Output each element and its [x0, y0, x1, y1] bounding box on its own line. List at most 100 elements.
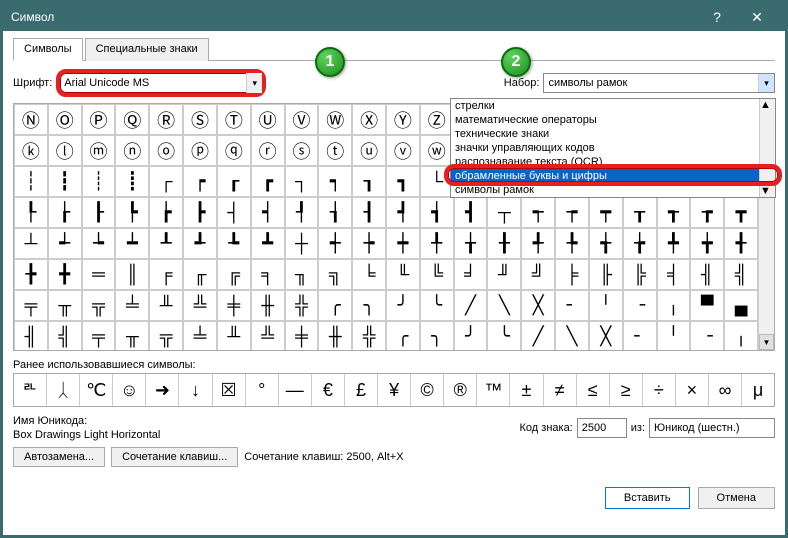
symbol-cell[interactable]: ┦: [285, 197, 319, 228]
symbol-cell[interactable]: ╁: [454, 228, 488, 259]
recent-symbol-cell[interactable]: ↓: [179, 374, 212, 406]
symbol-cell[interactable]: ┢: [149, 197, 183, 228]
symbol-cell[interactable]: ┱: [657, 197, 691, 228]
symbol-cell[interactable]: ╊: [14, 259, 48, 290]
symbol-cell[interactable]: ╯: [386, 290, 420, 321]
symbol-cell[interactable]: ╆: [623, 228, 657, 259]
symbol-cell[interactable]: ╭: [318, 290, 352, 321]
set-dropdown-list[interactable]: стрелкиматематические операторытехническ…: [450, 98, 776, 198]
recent-symbol-cell[interactable]: ᄘ: [14, 374, 47, 406]
symbol-cell[interactable]: ┐: [285, 166, 319, 197]
symbol-cell[interactable]: ║: [115, 259, 149, 290]
set-option[interactable]: обрамленные буквы и цифры: [451, 169, 775, 183]
symbol-cell[interactable]: ╋: [48, 259, 82, 290]
symbol-cell[interactable]: ┳: [724, 197, 758, 228]
symbol-cell[interactable]: ╬: [285, 290, 319, 321]
symbol-cell[interactable]: ╪: [217, 290, 251, 321]
dropdown-scrollbar[interactable]: ▲ ▼: [759, 99, 775, 197]
recent-symbol-cell[interactable]: ∞: [709, 374, 742, 406]
symbol-cell[interactable]: ╧: [183, 321, 217, 351]
symbol-cell[interactable]: ═: [82, 259, 116, 290]
symbol-cell[interactable]: ╮: [352, 290, 386, 321]
symbol-cell[interactable]: ⓣ: [318, 135, 352, 166]
symbol-cell[interactable]: ⓜ: [82, 135, 116, 166]
symbol-cell[interactable]: ⓠ: [217, 135, 251, 166]
symbol-cell[interactable]: ╃: [521, 228, 555, 259]
symbol-cell[interactable]: Ⓦ: [318, 104, 352, 135]
symbol-cell[interactable]: ┟: [48, 197, 82, 228]
symbol-cell[interactable]: ╟: [589, 259, 623, 290]
symbol-cell[interactable]: ┭: [521, 197, 555, 228]
symbol-cell[interactable]: ╴: [623, 321, 657, 351]
symbol-cell[interactable]: ┴: [14, 228, 48, 259]
symbol-cell[interactable]: ╝: [521, 259, 555, 290]
symbol-cell[interactable]: ╳: [521, 290, 555, 321]
recent-symbol-cell[interactable]: ℃: [80, 374, 113, 406]
symbol-cell[interactable]: ╙: [386, 259, 420, 290]
symbol-cell[interactable]: ╵: [589, 290, 623, 321]
symbol-cell[interactable]: ⓦ: [420, 135, 454, 166]
symbol-cell[interactable]: Ⓧ: [352, 104, 386, 135]
symbol-cell[interactable]: ╦: [82, 290, 116, 321]
recent-symbol-cell[interactable]: ©: [411, 374, 444, 406]
recent-symbol-cell[interactable]: ≠: [544, 374, 577, 406]
symbol-cell[interactable]: Ⓨ: [386, 104, 420, 135]
symbol-cell[interactable]: ┲: [690, 197, 724, 228]
symbol-cell[interactable]: ╨: [217, 321, 251, 351]
symbol-cell[interactable]: ┍: [183, 166, 217, 197]
symbol-cell[interactable]: ╵: [657, 321, 691, 351]
symbol-cell[interactable]: ╄: [555, 228, 589, 259]
symbol-cell[interactable]: ╖: [285, 259, 319, 290]
symbol-cell[interactable]: ┺: [217, 228, 251, 259]
symbol-cell[interactable]: ╘: [352, 259, 386, 290]
recent-symbol-cell[interactable]: €: [312, 374, 345, 406]
symbol-cell[interactable]: ╈: [690, 228, 724, 259]
symbol-cell[interactable]: ┥: [251, 197, 285, 228]
symbol-cell[interactable]: ⓚ: [14, 135, 48, 166]
symbol-cell[interactable]: ┻: [251, 228, 285, 259]
recent-symbol-cell[interactable]: ™: [477, 374, 510, 406]
font-combo[interactable]: ▾: [56, 69, 266, 97]
symbol-cell[interactable]: ▀: [690, 290, 724, 321]
recent-symbol-cell[interactable]: μ: [742, 374, 774, 406]
symbol-cell[interactable]: ╣: [48, 321, 82, 351]
recent-symbol-cell[interactable]: ÷: [643, 374, 676, 406]
symbol-cell[interactable]: ╲: [555, 321, 589, 351]
symbol-cell[interactable]: ╉: [724, 228, 758, 259]
symbol-cell[interactable]: Ⓢ: [183, 104, 217, 135]
set-option[interactable]: распознавание текста (OCR): [451, 155, 775, 169]
symbol-cell[interactable]: ╢: [14, 321, 48, 351]
symbol-cell[interactable]: ┷: [115, 228, 149, 259]
symbol-cell[interactable]: ╷: [724, 321, 758, 351]
symbol-cell[interactable]: ┩: [386, 197, 420, 228]
symbol-cell[interactable]: Ⓥ: [285, 104, 319, 135]
symbol-cell[interactable]: ╤: [14, 290, 48, 321]
recent-symbol-cell[interactable]: ±: [510, 374, 543, 406]
symbol-cell[interactable]: ┊: [82, 166, 116, 197]
symbol-cell[interactable]: ╩: [251, 321, 285, 351]
chevron-down-icon[interactable]: ▾: [758, 74, 774, 92]
symbol-cell[interactable]: ╷: [657, 290, 691, 321]
set-combo[interactable]: ▾: [543, 73, 775, 93]
symbol-cell[interactable]: ╅: [589, 228, 623, 259]
symbol-cell[interactable]: ╱: [454, 290, 488, 321]
symbol-cell[interactable]: ╥: [48, 290, 82, 321]
symbol-cell[interactable]: ┓: [386, 166, 420, 197]
symbol-cell[interactable]: ╴: [555, 290, 589, 321]
scroll-down-icon[interactable]: ▼: [760, 185, 775, 197]
symbol-cell[interactable]: ⓤ: [352, 135, 386, 166]
recent-symbol-cell[interactable]: —: [279, 374, 312, 406]
symbol-cell[interactable]: ┮: [555, 197, 589, 228]
symbol-cell[interactable]: ╣: [724, 259, 758, 290]
symbol-cell[interactable]: ╫: [318, 321, 352, 351]
symbol-cell[interactable]: ┨: [352, 197, 386, 228]
symbol-cell[interactable]: ⓡ: [251, 135, 285, 166]
symbol-cell[interactable]: ┬: [487, 197, 521, 228]
char-code-input[interactable]: [577, 418, 627, 438]
symbol-cell[interactable]: Ⓞ: [48, 104, 82, 135]
tab-symbols[interactable]: Символы: [13, 38, 83, 61]
recent-symbol-cell[interactable]: ®: [444, 374, 477, 406]
symbol-cell[interactable]: ╦: [149, 321, 183, 351]
symbol-cell[interactable]: ▄: [724, 290, 758, 321]
symbol-cell[interactable]: ╪: [285, 321, 319, 351]
